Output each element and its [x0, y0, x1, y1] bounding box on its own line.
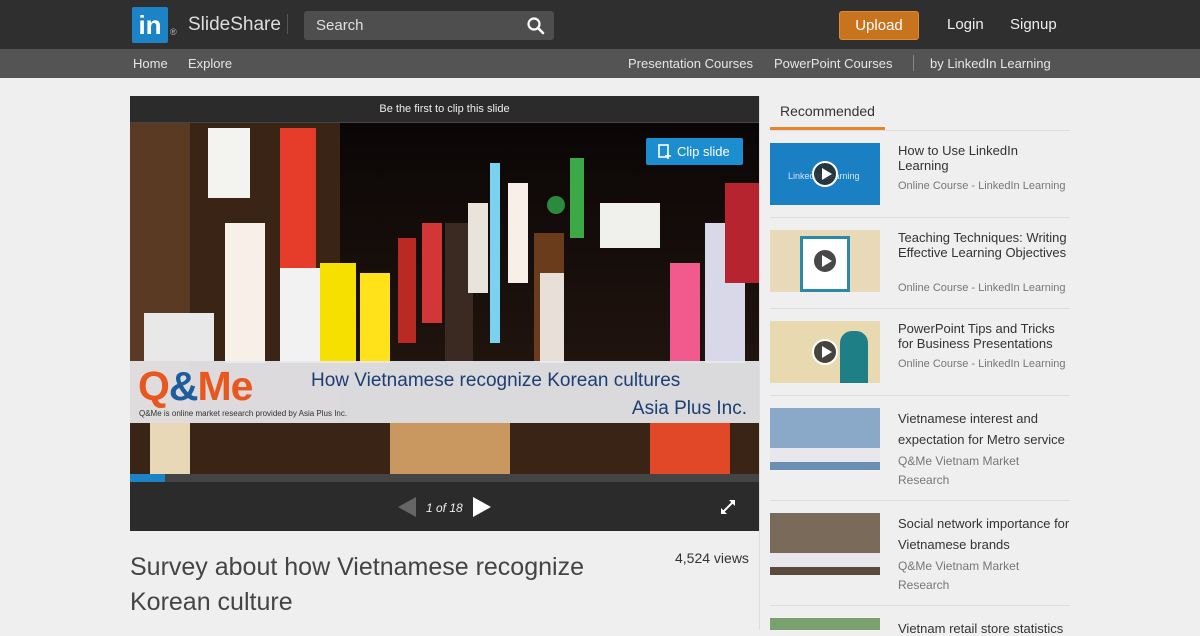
signup-link[interactable]: Signup — [1010, 16, 1057, 33]
thumb-street — [770, 408, 880, 448]
linkedin-logo-icon[interactable]: in — [132, 7, 168, 43]
nav-home[interactable]: Home — [133, 56, 168, 71]
tab-recommended[interactable]: Recommended — [770, 96, 885, 130]
play-icon — [812, 161, 838, 187]
upload-button[interactable]: Upload — [839, 11, 919, 40]
slide-image[interactable]: Clip slide Q&Me Q&Me is online market re… — [130, 123, 759, 474]
qme-logo-me: Me — [197, 363, 254, 409]
item-title[interactable]: Teaching Techniques: Writing Effective L… — [898, 230, 1070, 260]
top-bar: in ® SlideShare Upload Login Signup — [0, 0, 1200, 49]
previous-slide-icon[interactable] — [398, 497, 416, 517]
slide-company: Asia Plus Inc. — [631, 398, 747, 419]
item-title[interactable]: Social network importance for Vietnamese… — [898, 513, 1070, 555]
item-separator — [770, 308, 1070, 309]
item-title[interactable]: PowerPoint Tips and Tricks for Business … — [898, 321, 1070, 351]
slide-thumbnail — [770, 618, 880, 630]
slide-player: Be the first to clip this slide Clip sli… — [130, 96, 759, 531]
brand-name[interactable]: SlideShare — [188, 14, 281, 36]
subnav-divider — [913, 55, 914, 71]
search-icon[interactable] — [526, 16, 546, 36]
header-divider — [287, 14, 288, 34]
item-title[interactable]: Vietnamese interest and expectation for … — [898, 408, 1070, 450]
login-link[interactable]: Login — [947, 16, 984, 33]
item-meta: Online Course - LinkedIn Learning — [898, 180, 1066, 192]
qme-logo: Q&Me — [138, 363, 254, 410]
item-separator — [770, 217, 1070, 218]
item-separator — [770, 395, 1070, 396]
item-separator — [770, 605, 1070, 606]
registered-mark: ® — [170, 27, 177, 37]
player-controls: 1 of 18 — [130, 482, 759, 531]
clip-hint: Be the first to clip this slide — [130, 96, 759, 123]
tab-underline — [770, 130, 1070, 131]
page-indicator: 1 of 18 — [426, 501, 463, 515]
clip-icon — [658, 144, 671, 159]
slide-progress-bar[interactable] — [130, 474, 759, 482]
slide-thumbnail — [770, 408, 880, 470]
item-title[interactable]: Vietnam retail store statistics — [898, 621, 1070, 636]
item-meta: Online Course - LinkedIn Learning — [898, 282, 1066, 294]
nav-by-linkedin-learning[interactable]: by LinkedIn Learning — [930, 56, 1051, 71]
item-meta: Online Course - LinkedIn Learning — [898, 358, 1066, 370]
clip-slide-button[interactable]: Clip slide — [646, 138, 743, 165]
item-meta: Q&Me Vietnam Market Research — [898, 454, 1020, 487]
clip-slide-label: Clip slide — [677, 144, 730, 159]
qme-logo-amp: & — [168, 363, 199, 409]
thumb-photo — [770, 513, 880, 553]
slide-progress-fill — [130, 474, 165, 482]
qme-logo-q: Q — [138, 363, 170, 409]
fullscreen-icon[interactable] — [721, 500, 735, 514]
document-title: Survey about how Vietnamese recognize Ko… — [130, 553, 584, 616]
nav-powerpoint-courses[interactable]: PowerPoint Courses — [774, 56, 893, 71]
presenter-illustration — [840, 331, 868, 383]
course-thumbnail: LinkedIn Learning — [770, 143, 880, 205]
nav-explore[interactable]: Explore — [188, 56, 232, 71]
item-title[interactable]: How to Use LinkedIn Learning — [898, 143, 1070, 173]
slide-title: How Vietnamese recognize Korean cultures — [311, 370, 681, 391]
play-icon — [812, 248, 838, 274]
item-meta: Q&Me Vietnam Market Research — [898, 559, 1020, 592]
play-icon — [812, 339, 838, 365]
qme-tagline: Q&Me is online market research provided … — [139, 409, 348, 418]
course-thumbnail — [770, 321, 880, 383]
search-input[interactable] — [304, 11, 519, 40]
slide-thumbnail — [770, 513, 880, 575]
sidebar-divider — [759, 96, 760, 630]
search-box — [304, 11, 554, 40]
course-thumbnail — [770, 230, 880, 292]
item-separator — [770, 500, 1070, 501]
slide-banner: Q&Me Q&Me is online market research prov… — [130, 361, 759, 423]
nav-presentation-courses[interactable]: Presentation Courses — [628, 56, 753, 71]
next-slide-icon[interactable] — [473, 497, 491, 517]
sub-nav: Home Explore Presentation Courses PowerP… — [0, 49, 1200, 78]
thumb-banner — [770, 553, 880, 567]
thumb-banner — [770, 448, 880, 462]
view-count: 4,524 views — [675, 550, 749, 566]
